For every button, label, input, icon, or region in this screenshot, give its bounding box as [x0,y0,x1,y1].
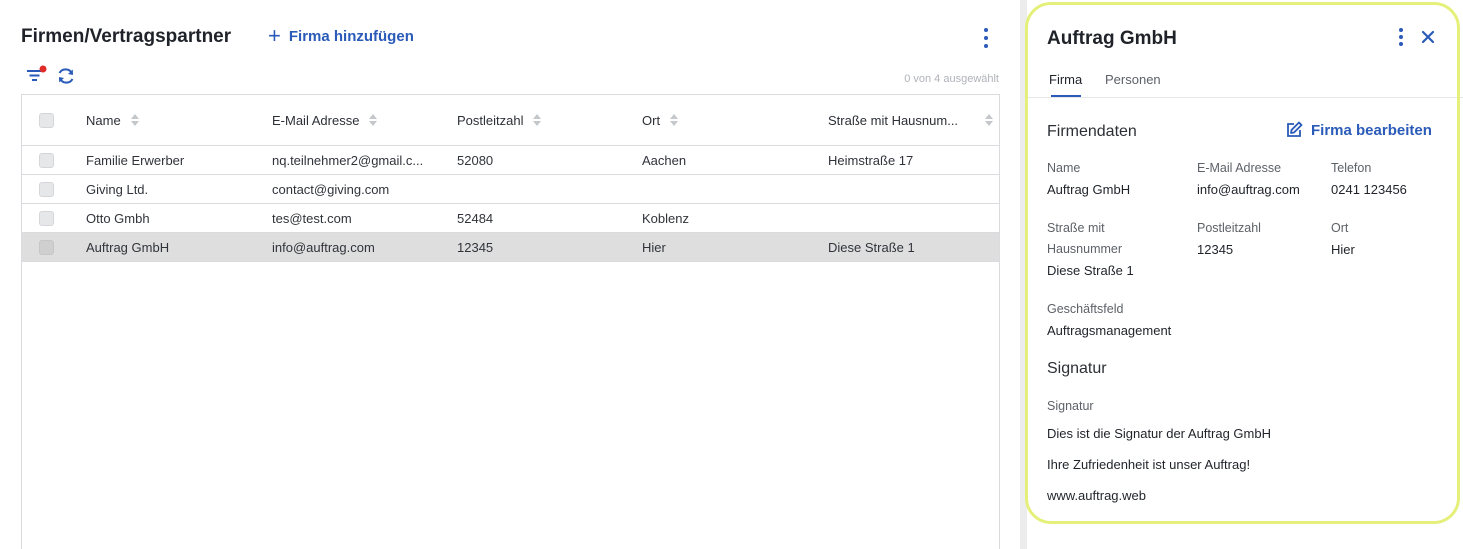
add-company-label: Firma hinzufügen [288,28,414,45]
cell-postleitzahl [457,175,627,203]
table-row[interactable]: Otto Gmbh tes@test.com 52484 Koblenz [22,204,999,233]
cell-postleitzahl: 12345 [457,239,494,255]
active-tab-indicator [1051,95,1081,97]
cell-ort: Hier [642,239,666,255]
column-header-name[interactable]: Name [86,113,139,128]
sort-icon[interactable] [533,114,542,126]
cell-ort: Aachen [642,152,687,168]
detail-panel: Auftrag GmbH Firma Personen Firmendaten … [1027,0,1463,549]
cell-name: Giving Ltd. [86,181,149,197]
edit-company-label: Firma bearbeiten [1311,121,1432,139]
field-value-geschaeftsfeld: Auftragsmanagement [1047,323,1172,338]
company-list-pane: Firmen/Vertragspartner + Firma hinzufüge… [0,0,1020,549]
field-label-name: Name [1047,161,1081,175]
table-row[interactable]: Giving Ltd. contact@giving.com [22,175,999,204]
field-label-signatur: Signatur [1047,399,1094,413]
field-value-postleitzahl: 12345 [1197,242,1234,257]
sort-icon[interactable] [369,114,378,126]
row-checkbox[interactable] [39,152,54,168]
page-title: Firmen/Vertragspartner [21,26,232,47]
cell-strasse [828,204,993,232]
table-row[interactable]: Familie Erwerber nq.teilnehmer2@gmail.c.… [22,146,999,175]
field-label-ort: Ort [1331,221,1349,235]
table-header: Name E-Mail Adresse Postleitzahl Ort Str… [22,95,999,146]
field-value-name: Auftrag GmbH [1047,182,1131,197]
panel-tabs: Firma Personen [1027,70,1463,98]
cell-postleitzahl: 52080 [457,152,494,168]
sort-icon[interactable] [985,114,993,126]
field-label-postleitzahl: Postleitzahl [1197,221,1261,235]
table-row-selected[interactable]: Auftrag GmbH info@auftrag.com 12345 Hier… [22,233,999,262]
close-icon[interactable] [1421,30,1435,44]
cell-email: tes@test.com [272,210,352,226]
cell-postleitzahl: 52484 [457,210,494,226]
signatur-line: www.auftrag.web [1047,488,1146,503]
edit-company-button[interactable]: Firma bearbeiten [1285,121,1432,139]
sort-icon[interactable] [670,114,679,126]
column-header-strasse[interactable]: Straße mit Hausnum... [828,113,993,128]
add-company-button[interactable]: + Firma hinzufügen [268,22,414,48]
field-label-strasse-line2: Hausnummer [1047,242,1123,256]
panel-title: Auftrag GmbH [1047,28,1177,49]
cell-name: Otto Gmbh [86,210,150,226]
section-title-firmendaten: Firmendaten [1047,123,1137,140]
row-checkbox[interactable] [39,181,54,197]
plus-icon: + [268,22,281,48]
filter-icon[interactable] [26,65,48,83]
edit-icon [1287,121,1303,137]
field-value-ort: Hier [1331,242,1355,257]
field-label-telefon: Telefon [1331,161,1372,175]
select-all-checkbox[interactable] [39,112,54,128]
tab-firma[interactable]: Firma [1049,72,1082,87]
pane-splitter[interactable] [1020,0,1027,549]
sort-icon[interactable] [130,114,139,126]
row-checkbox[interactable] [39,239,54,255]
cell-name: Auftrag GmbH [86,239,170,255]
column-header-postleitzahl[interactable]: Postleitzahl [457,113,542,128]
field-label-strasse-line1: Straße mit [1047,221,1105,235]
cell-ort [642,175,812,203]
cell-email: contact@giving.com [272,181,390,197]
column-header-ort[interactable]: Ort [642,113,679,128]
kebab-menu-icon[interactable] [1396,28,1406,46]
selection-count: 0 von 4 ausgewählt [904,73,999,85]
refresh-icon[interactable] [56,66,76,86]
company-table: Name E-Mail Adresse Postleitzahl Ort Str… [21,94,1000,549]
field-value-telefon: 0241 123456 [1331,182,1407,197]
signatur-line: Dies ist die Signatur der Auftrag GmbH [1047,426,1271,441]
field-label-geschaeftsfeld: Geschäftsfeld [1047,302,1124,316]
field-label-email: E-Mail Adresse [1197,161,1282,175]
cell-name: Familie Erwerber [86,152,185,168]
cell-strasse [828,175,993,203]
kebab-menu-icon[interactable] [978,28,994,48]
row-checkbox[interactable] [39,210,54,226]
field-value-strasse: Diese Straße 1 [1047,263,1134,278]
column-header-email[interactable]: E-Mail Adresse [272,113,378,128]
cell-strasse: Diese Straße 1 [828,239,915,255]
cell-ort: Koblenz [642,210,689,226]
cell-email: nq.teilnehmer2@gmail.c... [272,152,424,168]
cell-strasse: Heimstraße 17 [828,152,914,168]
tab-personen[interactable]: Personen [1105,72,1161,87]
cell-email: info@auftrag.com [272,239,375,255]
signatur-line: Ihre Zufriedenheit ist unser Auftrag! [1047,457,1251,472]
section-title-signatur: Signatur [1047,360,1107,377]
field-value-email: info@auftrag.com [1197,182,1300,197]
